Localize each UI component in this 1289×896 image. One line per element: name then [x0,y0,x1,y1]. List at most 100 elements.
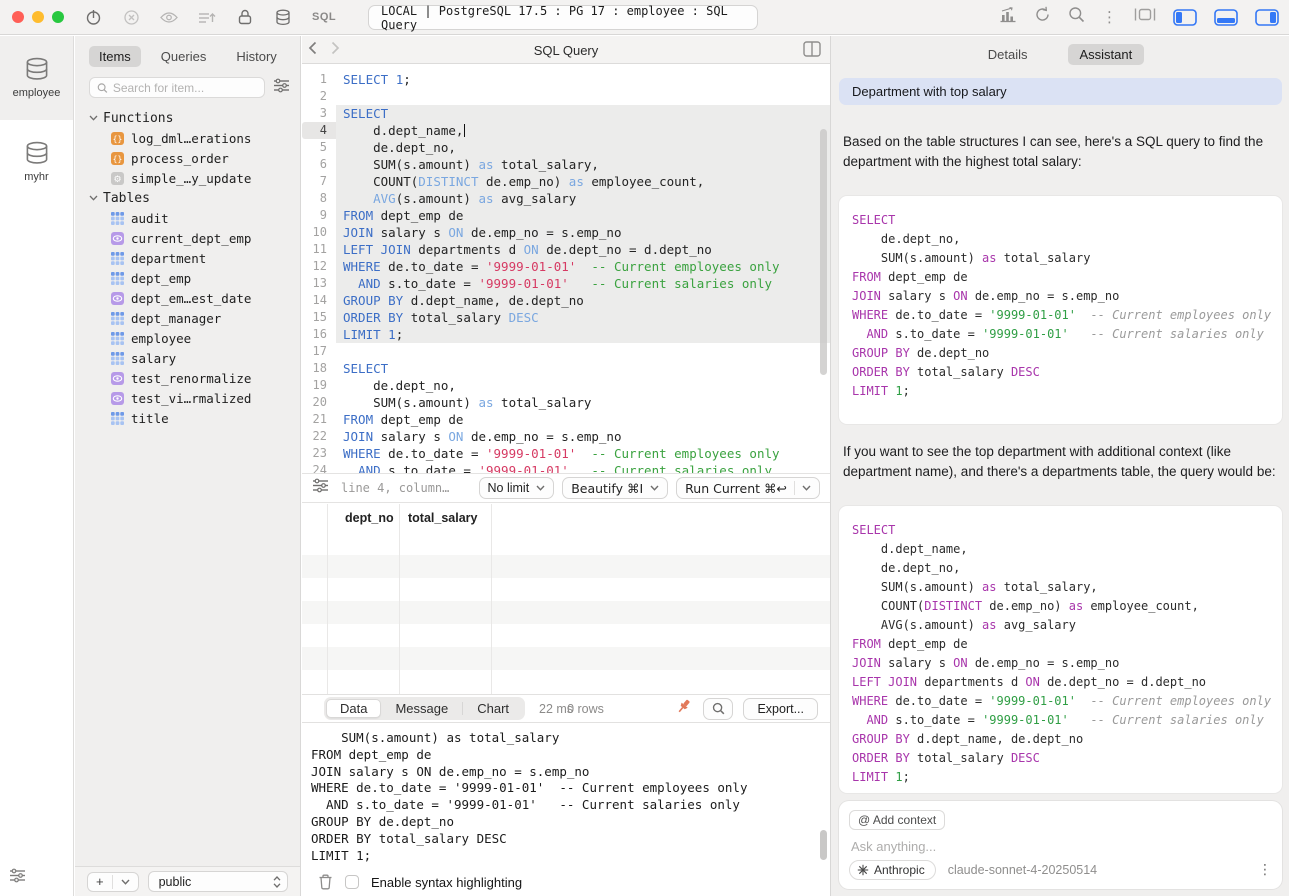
run-current-dropdown[interactable]: Run Current ⌘↩ [676,477,820,499]
editor-line[interactable]: 3SELECT [302,105,830,122]
result-row[interactable] [302,578,830,601]
table-item-department[interactable]: department [89,248,300,268]
add-label[interactable]: + [88,874,112,889]
editor-line[interactable]: 15ORDER BY total_salary DESC [302,309,830,326]
table-item-test-vi-rmalized[interactable]: test_vi…rmalized [89,388,300,408]
preview-eye-icon[interactable] [160,8,178,26]
column-header-dept-no[interactable]: dept_no [345,511,394,525]
result-row[interactable] [302,647,830,670]
editor-line[interactable]: 18SELECT [302,360,830,377]
close-button[interactable] [12,11,24,23]
result-row[interactable] [302,624,830,647]
editor-line[interactable]: 9FROM dept_emp de [302,207,830,224]
tab-details[interactable]: Details [976,44,1040,65]
table-item-employee[interactable]: employee [89,328,300,348]
editor-line[interactable]: 1SELECT 1; [302,71,830,88]
tab-message[interactable]: Message [381,699,462,718]
more-menu-icon[interactable]: ⋮ [1102,10,1117,25]
editor-line[interactable]: 2 [302,88,830,105]
editor-line[interactable]: 19 de.dept_no, [302,377,830,394]
refresh-icon[interactable] [1034,6,1051,28]
tree-section-tables[interactable]: Tables [89,188,300,208]
assistant-more-icon[interactable]: ⋮ [1258,863,1272,877]
function-item-process-order[interactable]: {}process_order [89,148,300,168]
function-item-log-dml-erations[interactable]: {}log_dml…erations [89,128,300,148]
table-item-current-dept-emp[interactable]: current_dept_emp [89,228,300,248]
tree-section-functions[interactable]: Functions [89,108,300,128]
editor-line[interactable]: 17 [302,343,830,360]
chevron-down-icon[interactable] [802,485,811,491]
tab-queries[interactable]: Queries [151,46,217,67]
tab-assistant[interactable]: Assistant [1068,44,1145,65]
tab-data[interactable]: Data [326,699,381,718]
editor-line[interactable]: 23WHERE de.to_date = '9999-01-01' -- Cur… [302,445,830,462]
toggle-bottom-panel-button[interactable] [1214,9,1238,26]
editor-line[interactable]: 10JOIN salary s ON de.emp_no = s.emp_no [302,224,830,241]
editor-line[interactable]: 21FROM dept_emp de [302,411,830,428]
function-item-simple-y-update[interactable]: ⚙simple_…y_update [89,168,300,188]
zoom-button[interactable] [52,11,64,23]
cancel-query-icon[interactable] [122,8,140,26]
filter-icon[interactable] [9,868,26,888]
message-scrollbar[interactable] [820,830,827,860]
user-question-banner[interactable]: Department with top salary [839,78,1282,105]
chart-icon[interactable] [999,7,1017,28]
editor-line[interactable]: 8 AVG(s.amount) as avg_salary [302,190,830,207]
tab-history[interactable]: History [226,46,286,67]
search-input[interactable] [113,81,257,95]
minimize-button[interactable] [32,11,44,23]
toggle-right-panel-button[interactable] [1255,9,1279,26]
table-item-dept-emp[interactable]: dept_emp [89,268,300,288]
table-item-title[interactable]: title [89,408,300,428]
editor-line[interactable]: 16LIMIT 1; [302,326,830,343]
add-item-button[interactable]: + [87,872,139,892]
window-layout-icon[interactable] [1134,7,1156,27]
connection-pin-icon[interactable] [84,8,102,26]
table-item-audit[interactable]: audit [89,208,300,228]
column-divider[interactable] [399,504,400,694]
add-context-chip[interactable]: @ Add context [849,810,945,830]
editor-line[interactable]: 24 AND s.to_date = '9999-01-01' -- Curre… [302,462,830,473]
tab-chart[interactable]: Chart [463,699,523,718]
trash-icon[interactable] [318,874,333,890]
sidebar-filter-icon[interactable] [273,78,290,98]
table-item-test-renormalize[interactable]: test_renormalize [89,368,300,388]
editor-line[interactable]: 14GROUP BY d.dept_name, de.dept_no [302,292,830,309]
provider-chip[interactable]: Anthropic [849,860,936,880]
table-item-dept-manager[interactable]: dept_manager [89,308,300,328]
editor-line[interactable]: 20 SUM(s.amount) as total_salary [302,394,830,411]
run-current-label[interactable]: Run Current ⌘↩ [685,481,787,496]
syntax-highlighting-checkbox[interactable] [345,875,359,889]
editor-line[interactable]: 12WHERE de.to_date = '9999-01-01' -- Cur… [302,258,830,275]
table-item-dept-em-est-date[interactable]: dept_em…est_date [89,288,300,308]
editor-line[interactable]: 5 de.dept_no, [302,139,830,156]
editor-line[interactable]: 22JOIN salary s ON de.emp_no = s.emp_no [302,428,830,445]
database-icon[interactable] [274,8,292,26]
result-row[interactable] [302,601,830,624]
editor-line[interactable]: 6 SUM(s.amount) as total_salary, [302,156,830,173]
column-divider[interactable] [491,504,492,694]
ask-anything-input[interactable] [851,839,1261,854]
schema-select[interactable]: public [148,871,288,892]
connection-myhr[interactable]: myhr [0,120,73,204]
beautify-dropdown[interactable]: Beautify ⌘I [562,477,668,499]
export-button[interactable]: Export... [743,698,818,720]
sql-editor[interactable]: 1SELECT 1;23SELECT4 d.dept_name,5 de.dep… [302,65,830,473]
connection-employee[interactable]: employee [0,36,73,120]
result-row[interactable] [302,532,830,555]
pin-icon[interactable] [675,697,693,720]
split-editor-icon[interactable] [803,41,821,62]
editor-settings-icon[interactable] [312,478,329,498]
commit-list-icon[interactable] [198,8,216,26]
add-chevron-icon[interactable] [113,879,138,885]
search-icon[interactable] [1068,6,1085,28]
editor-line[interactable]: 11LEFT JOIN departments d ON de.dept_no … [302,241,830,258]
table-item-salary[interactable]: salary [89,348,300,368]
toggle-left-panel-button[interactable] [1173,9,1197,26]
editor-line[interactable]: 7 COUNT(DISTINCT de.emp_no) as employee_… [302,173,830,190]
tab-items[interactable]: Items [89,46,141,67]
sidebar-search[interactable] [89,77,265,98]
column-header-total-salary[interactable]: total_salary [408,511,477,525]
editor-scrollbar[interactable] [820,129,827,375]
limit-dropdown[interactable]: No limit [479,477,555,499]
